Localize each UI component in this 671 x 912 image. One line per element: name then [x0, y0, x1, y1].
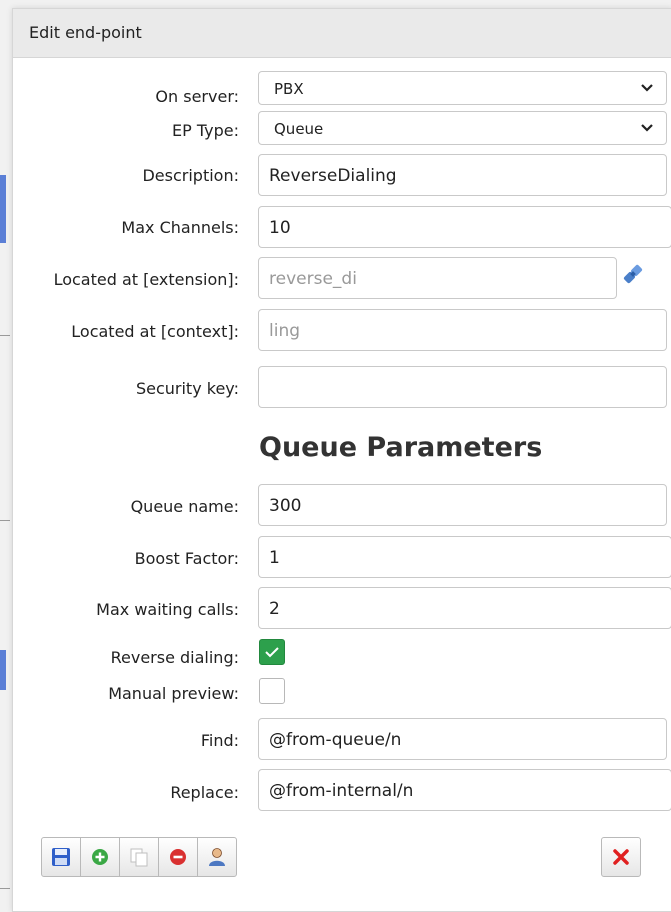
max-channels-label: Max Channels:: [121, 218, 239, 237]
replace-label: Replace:: [170, 783, 239, 802]
background-accent: [0, 175, 6, 243]
manual-preview-label: Manual preview:: [108, 684, 239, 703]
save-icon: [52, 848, 70, 866]
action-toolbar: [41, 837, 237, 877]
queue-name-input[interactable]: 300: [258, 484, 667, 526]
chevron-down-icon: [641, 84, 653, 92]
copy-button[interactable]: [119, 837, 159, 877]
ep-type-select[interactable]: Queue: [258, 111, 667, 145]
located-extension-input[interactable]: reverse_di: [258, 257, 617, 299]
delete-button[interactable]: [158, 837, 198, 877]
copy-icon: [130, 848, 148, 867]
security-key-input[interactable]: [258, 366, 667, 408]
max-waiting-calls-label: Max waiting calls:: [96, 600, 239, 619]
dialog-titlebar[interactable]: Edit end-point: [13, 9, 671, 58]
manual-preview-checkbox[interactable]: [259, 678, 285, 704]
link-icon[interactable]: [620, 261, 646, 287]
replace-input[interactable]: @from-internal/n: [258, 769, 671, 811]
edit-endpoint-dialog: Edit end-point On server: PBX EP Type: Q…: [12, 8, 671, 912]
security-key-label: Security key:: [135, 379, 239, 398]
queue-name-label: Queue name:: [130, 497, 239, 516]
dialog-title: Edit end-point: [29, 23, 142, 42]
background-divider: [0, 335, 10, 336]
user-icon: [209, 848, 225, 866]
delete-icon: [170, 849, 186, 865]
background-divider: [0, 520, 10, 521]
ep-type-value: Queue: [274, 120, 324, 138]
find-input[interactable]: @from-queue/n: [258, 718, 667, 760]
save-button[interactable]: [41, 837, 81, 877]
located-extension-label: Located at [extension]:: [53, 270, 239, 289]
max-channels-input[interactable]: 10: [258, 206, 671, 248]
background-accent: [0, 650, 6, 690]
located-context-input[interactable]: ling: [258, 309, 667, 351]
max-waiting-calls-input[interactable]: 2: [258, 587, 671, 629]
boost-factor-label: Boost Factor:: [134, 549, 239, 568]
reverse-dialing-label: Reverse dialing:: [110, 648, 239, 667]
close-icon: [613, 849, 629, 865]
user-button[interactable]: [197, 837, 237, 877]
add-icon: [92, 849, 108, 865]
background-divider: [0, 888, 10, 889]
located-context-label: Located at [context]:: [71, 322, 239, 341]
on-server-select[interactable]: PBX: [258, 71, 667, 105]
boost-factor-input[interactable]: 1: [258, 536, 671, 578]
find-label: Find:: [200, 731, 239, 750]
checkmark-icon: [265, 647, 279, 658]
ep-type-label: EP Type:: [172, 121, 239, 140]
chevron-down-icon: [641, 124, 653, 132]
add-button[interactable]: [80, 837, 120, 877]
close-button[interactable]: [601, 837, 641, 877]
reverse-dialing-checkbox[interactable]: [259, 639, 285, 665]
on-server-value: PBX: [274, 80, 304, 98]
section-title: Queue Parameters: [259, 432, 543, 463]
description-input[interactable]: ReverseDialing: [258, 154, 667, 196]
description-label: Description:: [142, 166, 239, 185]
on-server-label: On server:: [155, 87, 239, 106]
